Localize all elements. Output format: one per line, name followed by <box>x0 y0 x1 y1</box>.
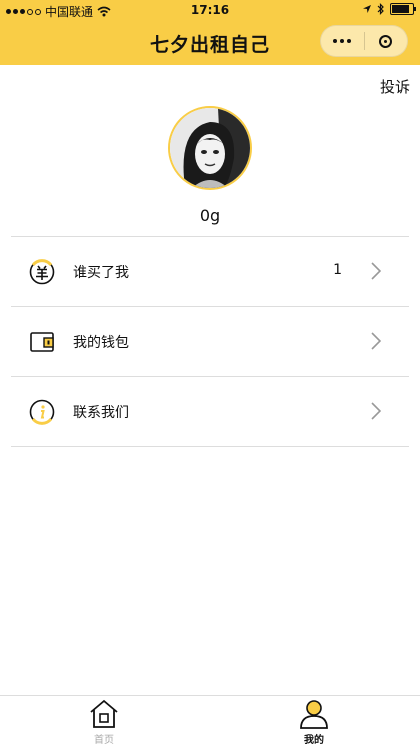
chevron-right-icon <box>371 332 381 350</box>
target-circle-icon <box>379 34 393 48</box>
tab-label: 我的 <box>304 735 324 746</box>
yang-coin-icon <box>29 259 55 285</box>
wallet-icon <box>30 332 54 352</box>
avatar <box>168 106 252 190</box>
more-options-button[interactable] <box>321 39 364 43</box>
menu-item-my-wallet[interactable]: 我的钱包 <box>11 307 409 377</box>
menu-item-who-bought-me[interactable]: 谁买了我 1 <box>11 237 409 307</box>
more-dots-icon <box>333 39 352 43</box>
battery-level <box>392 5 409 13</box>
screen: 中国联通 17:16 七夕出租自己 投诉 0g 谁买了我 1 我的钱包 联系我们… <box>0 0 420 747</box>
complain-link[interactable]: 投诉 <box>380 76 410 97</box>
menu-item-label: 谁买了我 <box>73 265 129 281</box>
tab-mine[interactable]: 我的 <box>264 699 364 746</box>
chevron-right-icon <box>371 402 381 420</box>
mini-program-capsule <box>320 25 408 57</box>
buyer-count: 1 <box>333 262 342 278</box>
tab-bar: 首页 我的 <box>0 695 420 747</box>
menu-item-contact-us[interactable]: 联系我们 <box>11 377 409 447</box>
menu-list: 谁买了我 1 我的钱包 联系我们 <box>11 236 409 447</box>
info-icon <box>29 399 55 425</box>
close-mini-program-button[interactable] <box>365 34 408 48</box>
weight-value: 0g <box>199 206 221 225</box>
menu-item-label: 联系我们 <box>73 405 129 421</box>
bluetooth-icon <box>377 3 384 15</box>
avatar-illustration <box>170 108 250 188</box>
home-icon <box>90 699 118 728</box>
status-bar: 中国联通 17:16 <box>0 0 420 20</box>
tab-home[interactable]: 首页 <box>54 699 154 746</box>
tab-label: 首页 <box>94 735 114 746</box>
top-bar: 中国联通 17:16 七夕出租自己 <box>0 0 420 65</box>
status-right <box>362 3 416 15</box>
chevron-right-icon <box>371 262 381 280</box>
menu-item-label: 我的钱包 <box>73 335 129 351</box>
battery-icon <box>390 3 416 15</box>
status-time: 17:16 <box>190 3 230 17</box>
location-arrow-icon <box>363 5 371 13</box>
person-icon <box>300 700 328 729</box>
